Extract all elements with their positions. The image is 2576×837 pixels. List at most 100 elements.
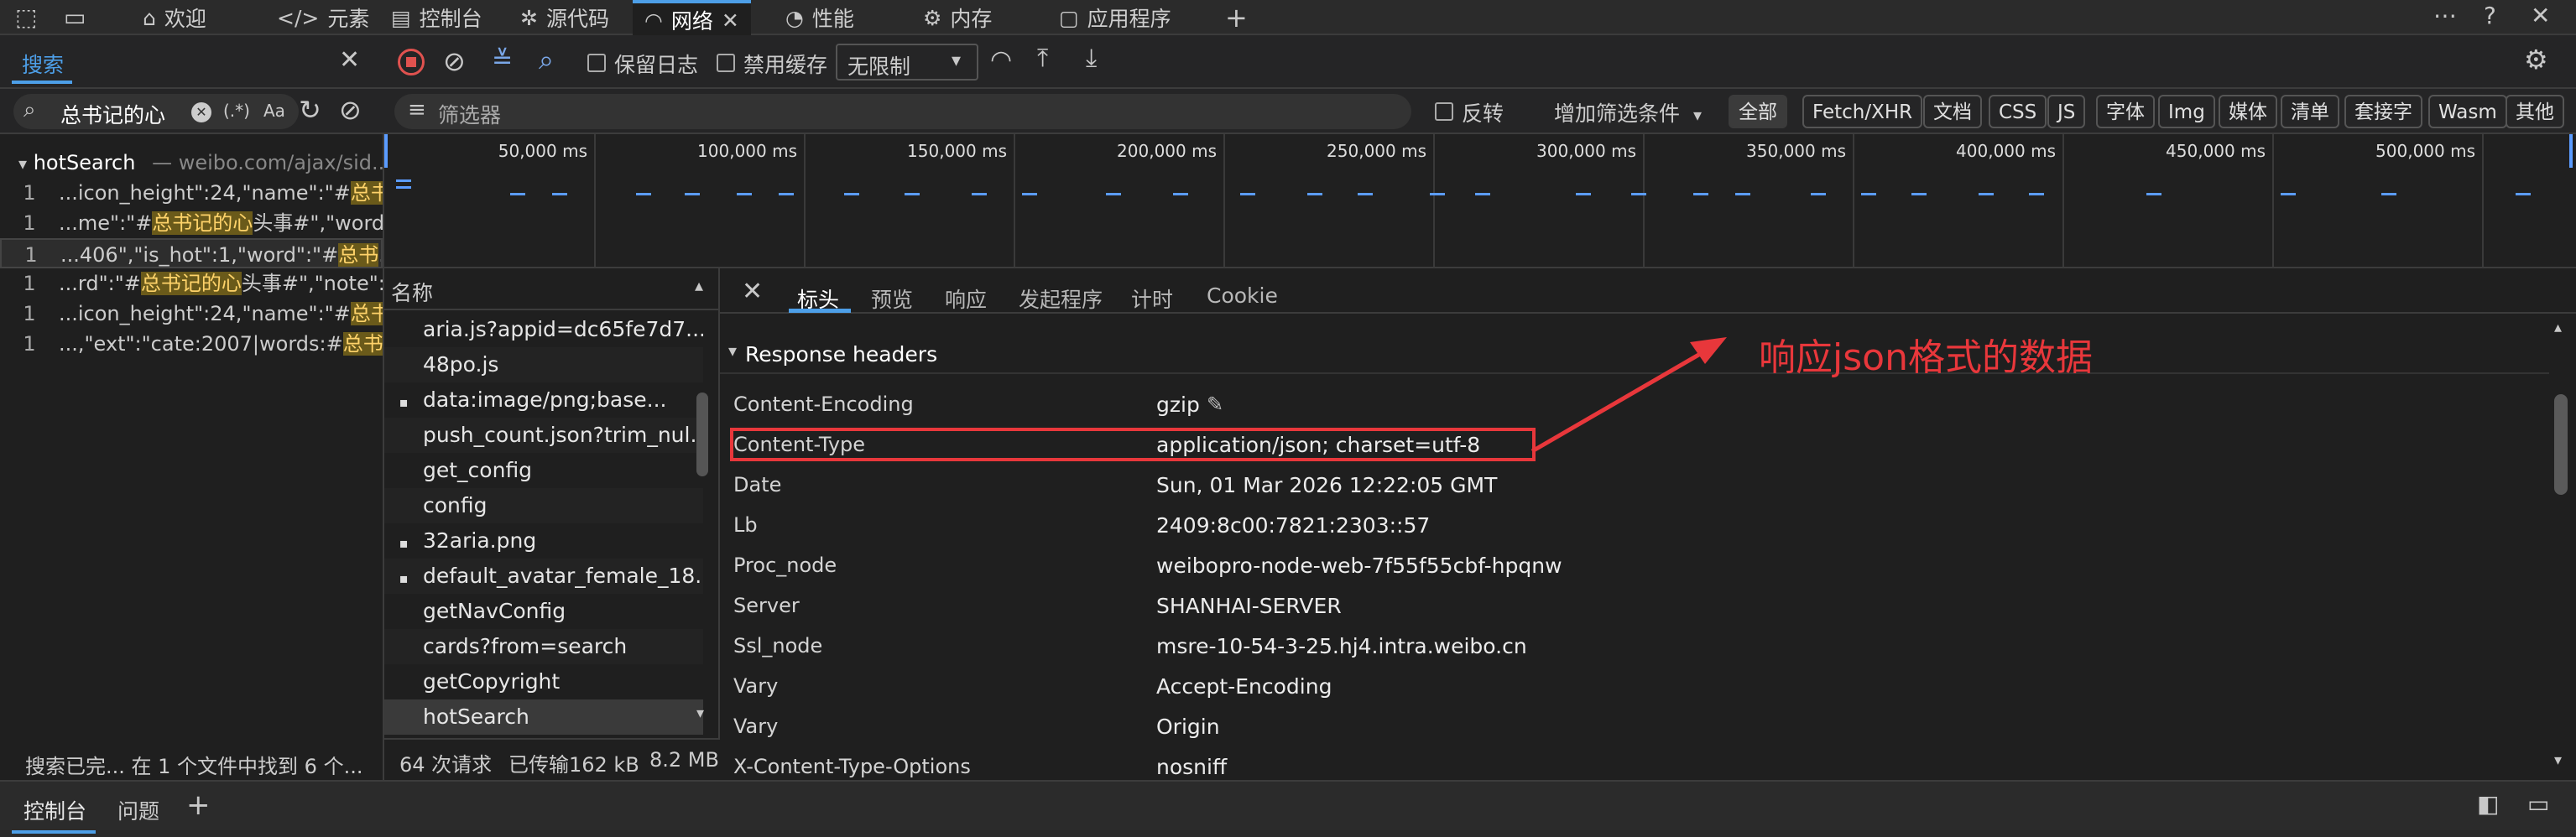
request-row[interactable]: get_config	[384, 453, 703, 488]
clear-results-icon[interactable]: ⊘	[339, 94, 362, 126]
add-drawer-tab-icon[interactable]: +	[186, 788, 211, 822]
tab-initiator[interactable]: 发起程序	[1019, 283, 1103, 314]
header-value[interactable]: nosniff	[1156, 755, 1227, 779]
tab-response[interactable]: 响应	[945, 283, 987, 314]
header-value[interactable]: gzip	[1156, 393, 1200, 417]
filter-type-other[interactable]: 其他	[2506, 95, 2564, 128]
search-result-row[interactable]: 1 ...406","is_hot":1,"word":"#总书...	[0, 238, 383, 268]
close-devtools-icon[interactable]: ✕	[2531, 2, 2550, 29]
add-tab-icon[interactable]: +	[1225, 2, 1248, 34]
scroll-up-icon[interactable]: ▴	[2554, 319, 2562, 336]
timeline-selection-handle[interactable]	[2569, 134, 2573, 168]
tab-elements[interactable]: </> 元素	[277, 0, 369, 35]
disable-cache-checkbox[interactable]	[717, 54, 735, 72]
search-result-row[interactable]: 1 ...icon_height":24,"name":"#总书	[0, 299, 383, 329]
header-value[interactable]: SHANHAI-SERVER	[1156, 594, 1342, 618]
filter-type-wasm[interactable]: Wasm	[2428, 95, 2507, 128]
drawer-tab-issues[interactable]: 问题	[117, 795, 159, 825]
scroll-down-icon[interactable]: ▾	[2554, 751, 2562, 769]
tab-preview[interactable]: 预览	[871, 283, 913, 314]
request-row[interactable]: push_count.json?trim_nul...	[384, 418, 703, 453]
search-icon[interactable]: ⌕	[539, 44, 554, 76]
network-conditions-icon[interactable]: ◠	[990, 45, 1012, 75]
request-row[interactable]: ▪ data:image/png;base...	[384, 382, 703, 418]
tab-memory[interactable]: ⚙ 内存	[923, 0, 992, 35]
filter-input[interactable]: ≡ 筛选器	[394, 94, 1411, 129]
header-value[interactable]: 2409:8c00:7821:2303::57	[1156, 513, 1430, 538]
tab-application[interactable]: ▢ 应用程序	[1059, 0, 1171, 35]
drawer-tab-console[interactable]: 控制台	[23, 795, 86, 825]
filter-type-media[interactable]: 媒体	[2219, 95, 2277, 128]
filter-type-img[interactable]: Img	[2158, 95, 2215, 128]
search-result-row[interactable]: 1 ...rd":"#总书记的心头事#","note":...	[0, 268, 383, 299]
dock-side-icon[interactable]: ◧	[2477, 790, 2499, 818]
request-row[interactable]: getNavConfig	[384, 594, 703, 629]
settings-gear-icon[interactable]: ⚙	[2524, 44, 2548, 75]
collapse-drawer-icon[interactable]: ▭	[2527, 790, 2549, 818]
request-row[interactable]: hotSearch	[384, 699, 703, 735]
edit-pencil-icon[interactable]: ✎	[1207, 393, 1223, 416]
filter-type-socket[interactable]: 套接字	[2344, 95, 2422, 128]
request-row[interactable]: cards?from=search	[384, 629, 703, 664]
filter-type-js[interactable]: JS	[2047, 95, 2086, 128]
search-box[interactable]: ⌕ 总书记的心 ✕ (.*) Aa	[13, 94, 299, 129]
close-details-icon[interactable]: ✕	[742, 277, 763, 306]
scroll-down-icon[interactable]: ▾	[696, 704, 704, 722]
more-filters-dropdown[interactable]: 增加筛选条件 ▾	[1554, 97, 1702, 127]
tab-welcome[interactable]: ⌂ 欢迎	[143, 0, 206, 35]
timeline-selection-handle[interactable]	[384, 134, 388, 168]
header-value[interactable]: Accept-Encoding	[1156, 674, 1332, 699]
filter-type-css[interactable]: CSS	[1989, 95, 2047, 128]
tab-timing[interactable]: 计时	[1131, 283, 1173, 314]
request-row[interactable]: getCopyright	[384, 664, 703, 699]
help-icon[interactable]: ?	[2484, 2, 2496, 29]
search-result-row[interactable]: 1 ...me":"#总书记的心头事#","word...	[0, 208, 383, 238]
sort-up-icon[interactable]: ▴	[695, 275, 703, 295]
inspect-element-icon[interactable]: ⬚	[15, 3, 37, 31]
request-list-header[interactable]: 名称 ▴	[384, 268, 718, 310]
header-value[interactable]: Sun, 01 Mar 2026 12:22:05 GMT	[1156, 473, 1497, 497]
regex-toggle[interactable]: (.*)	[223, 101, 250, 121]
header-value[interactable]: msre-10-54-3-25.hj4.intra.weibo.cn	[1156, 634, 1527, 658]
tab-network[interactable]: ◠ 网络 ✕	[633, 0, 751, 37]
filter-type-font[interactable]: 字体	[2096, 95, 2155, 128]
header-value[interactable]: Origin	[1156, 715, 1220, 739]
search-panel-tab[interactable]: 搜索 ✕	[0, 35, 383, 89]
request-row[interactable]: ▪ 32aria.png	[384, 523, 703, 559]
request-row[interactable]: 48po.js	[384, 347, 703, 382]
tab-console[interactable]: ▤ 控制台	[391, 0, 482, 35]
more-options-icon[interactable]: ⋯	[2433, 2, 2457, 29]
network-timeline[interactable]: 50,000 ms 100,000 ms 150,000 ms 200,000 ms 2…	[384, 134, 2576, 268]
filter-clear-icon[interactable]: ≚	[492, 45, 513, 75]
record-stop-icon[interactable]	[398, 49, 425, 75]
filter-type-all[interactable]: 全部	[1729, 95, 1787, 128]
match-case-toggle[interactable]: Aa	[263, 101, 285, 121]
import-har-icon[interactable]: ⤒	[1037, 44, 1048, 73]
request-row[interactable]: aria.js?appid=dc65fe7d7...	[384, 312, 703, 347]
search-result-row[interactable]: 1 ...icon_height":24,"name":"#总书	[0, 178, 383, 208]
device-emulation-icon[interactable]: ▭	[64, 3, 86, 31]
throttle-select[interactable]: 无限制 ▾	[836, 44, 978, 81]
search-result-row[interactable]: 1...,"ext":"cate:2007|words:#总书...	[0, 329, 383, 359]
search-result-file[interactable]: ▾ hotSearch — weibo.com/ajax/sid...	[0, 148, 383, 178]
filter-type-fetch-xhr[interactable]: Fetch/XHR	[1802, 95, 1923, 128]
close-tab-icon[interactable]: ✕	[722, 8, 739, 33]
request-row[interactable]: config	[384, 488, 703, 523]
clear-search-icon[interactable]: ✕	[191, 102, 211, 122]
request-list-scrollbar[interactable]	[696, 393, 708, 476]
tab-cookies[interactable]: Cookie	[1207, 283, 1278, 308]
tab-sources[interactable]: ✲ 源代码	[520, 0, 609, 35]
filter-type-doc[interactable]: 文档	[1923, 95, 1982, 128]
refresh-icon[interactable]: ↻	[299, 94, 321, 126]
details-scrollbar[interactable]	[2554, 394, 2568, 495]
request-row[interactable]: ▪ default_avatar_female_18...	[384, 559, 703, 594]
tab-performance[interactable]: ◔ 性能	[785, 0, 854, 35]
search-input[interactable]: 总书记的心	[60, 99, 186, 129]
preserve-log-checkbox[interactable]	[587, 54, 606, 72]
header-value[interactable]: weibopro-node-web-7f55f55cbf-hpqnw	[1156, 554, 1562, 578]
export-har-icon[interactable]: ⤓	[1086, 44, 1097, 73]
close-search-icon[interactable]: ✕	[339, 45, 360, 75]
filter-type-manifest[interactable]: 清单	[2281, 95, 2339, 128]
invert-checkbox[interactable]	[1435, 102, 1453, 121]
clear-icon[interactable]: ⊘	[443, 45, 466, 77]
